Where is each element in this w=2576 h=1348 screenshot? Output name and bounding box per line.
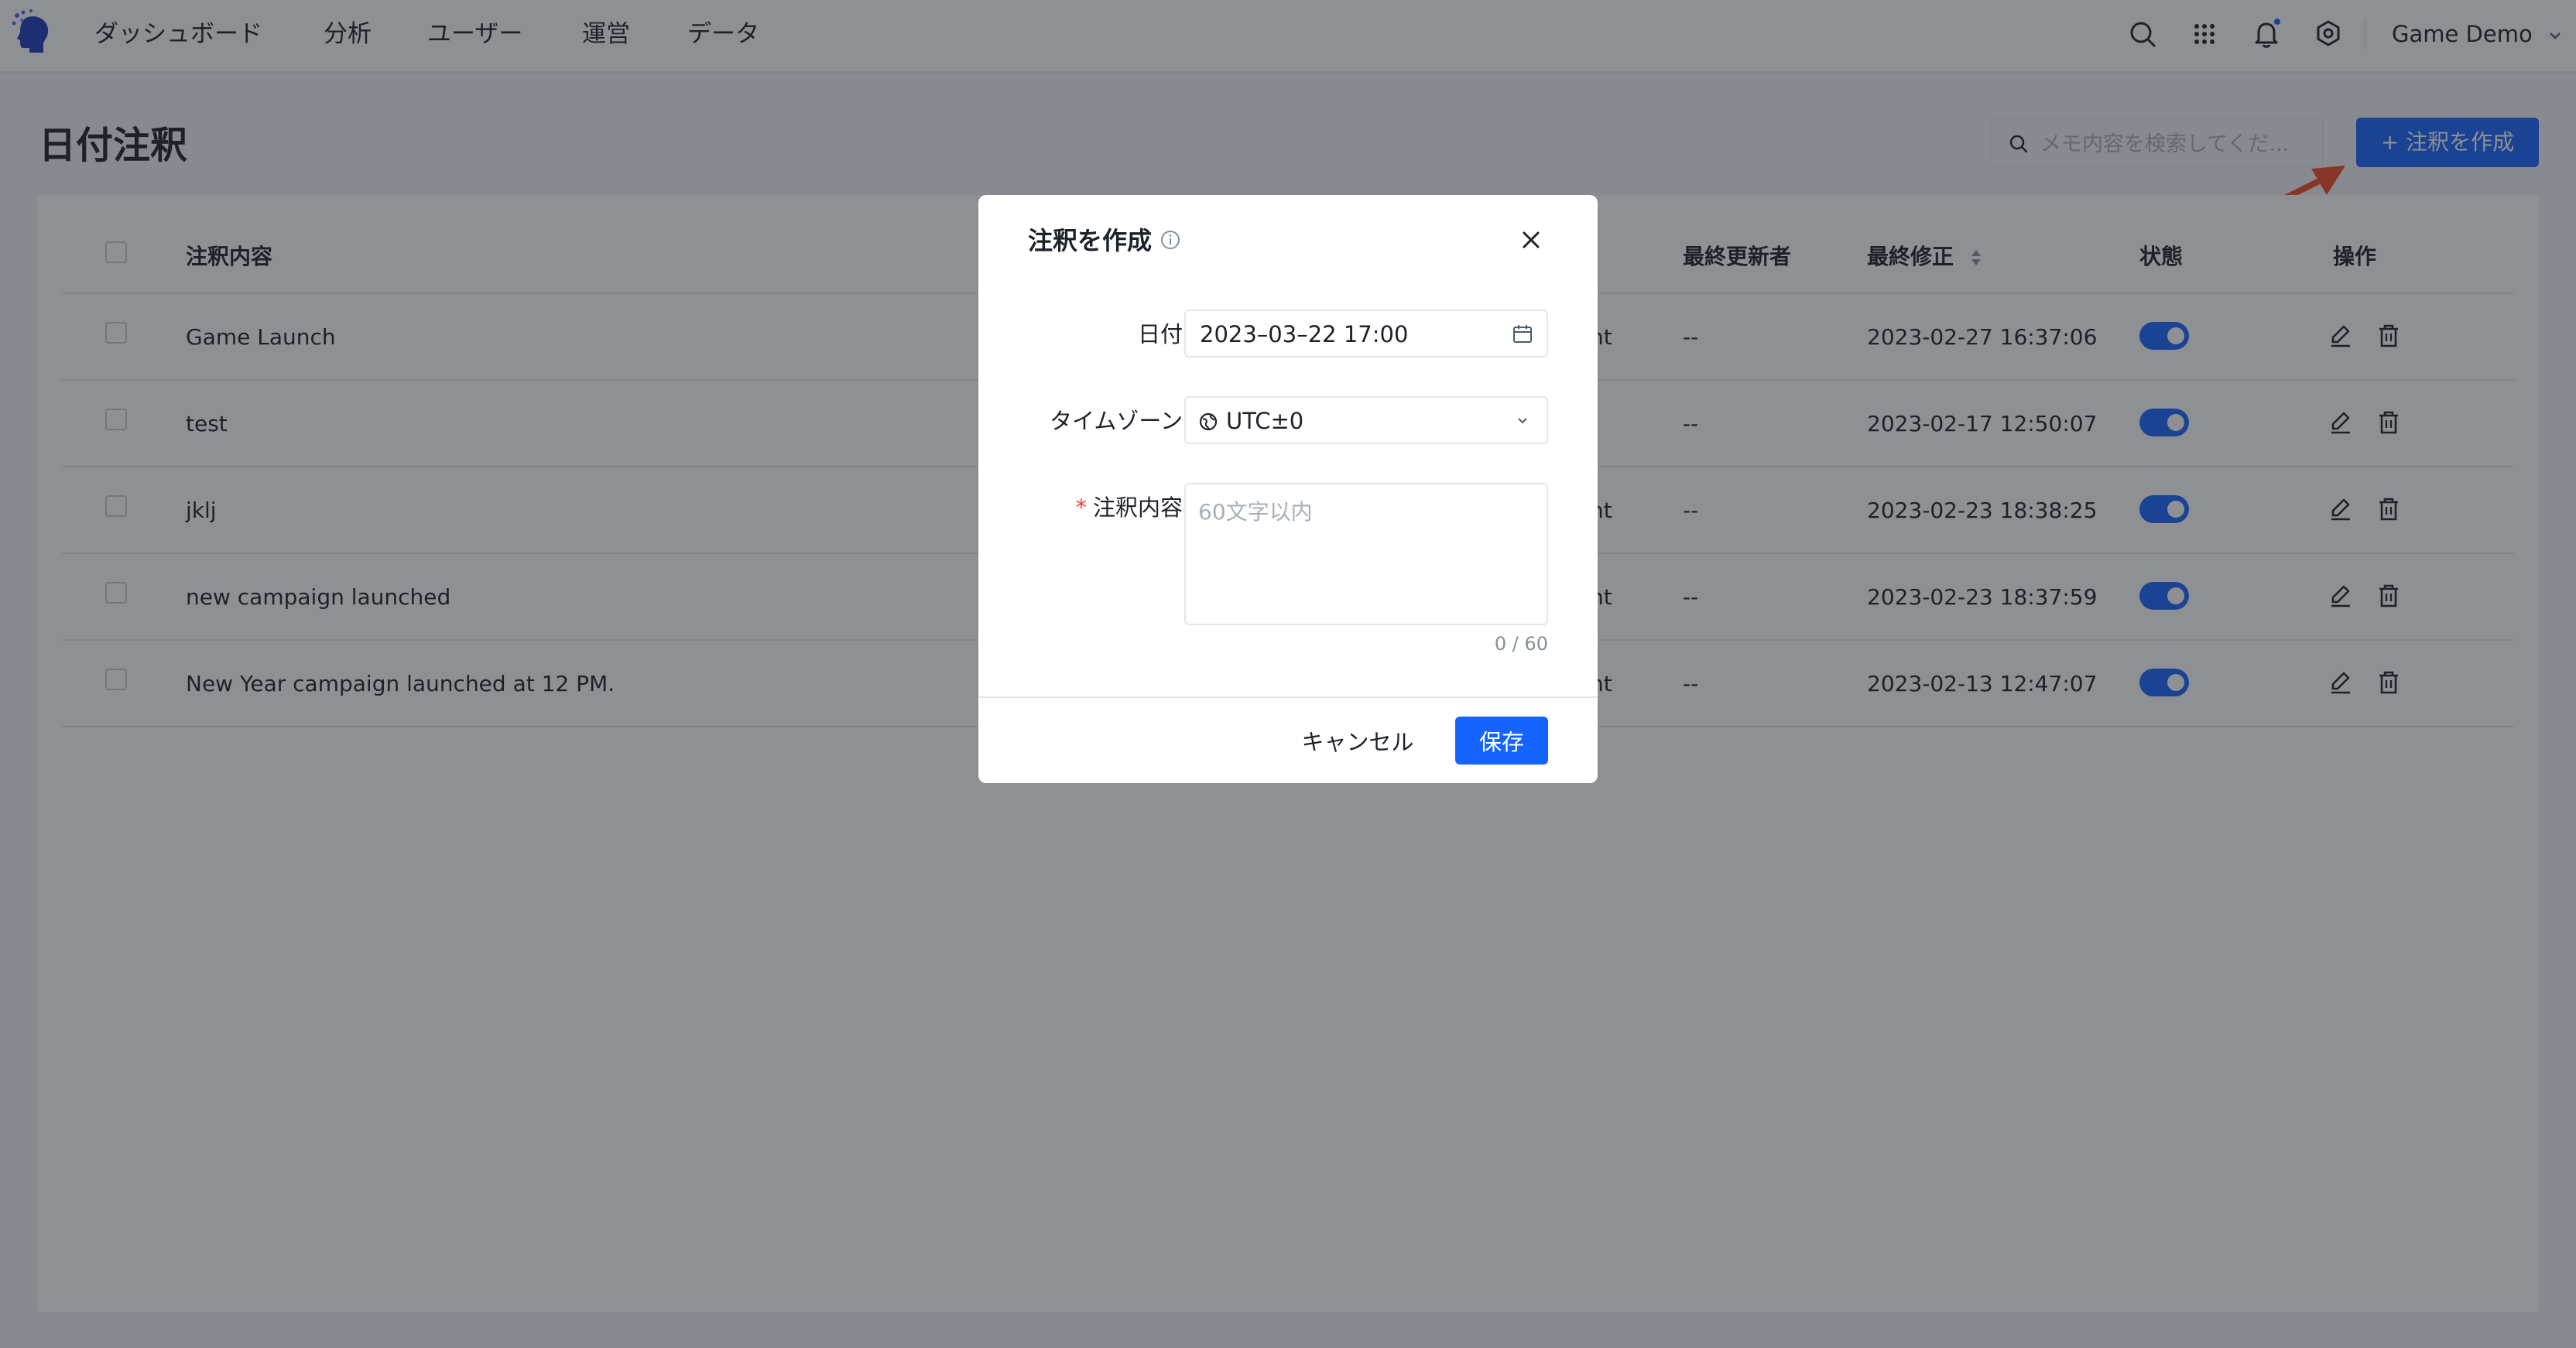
calendar-icon [1513, 325, 1532, 343]
footer-divider [978, 696, 1598, 698]
create-annotation-dialog: 注釈を作成 日付 2023–03–22 17:00 タイムゾーン UTC±0 *… [978, 195, 1598, 783]
cancel-button[interactable]: キャンセル [1296, 717, 1420, 765]
chevron-down-icon [1518, 418, 1527, 424]
globe-icon [1199, 412, 1218, 431]
info-icon[interactable] [1160, 229, 1181, 251]
close-icon[interactable] [1514, 223, 1548, 257]
date-value: 2023–03–22 17:00 [1200, 321, 1409, 347]
timezone-value: UTC±0 [1226, 408, 1304, 434]
required-asterisk: * [1075, 494, 1087, 521]
date-label: 日付 [1137, 321, 1183, 347]
content-label: * 注釈内容 [1075, 492, 1183, 523]
date-picker[interactable]: 2023–03–22 17:00 [1184, 310, 1548, 358]
content-label-text: 注釈内容 [1092, 494, 1183, 521]
timezone-select[interactable]: UTC±0 [1184, 396, 1548, 444]
save-button[interactable]: 保存 [1455, 717, 1548, 765]
dialog-title: 注釈を作成 [1028, 226, 1153, 255]
char-counter: 0 / 60 [1494, 633, 1548, 655]
content-textarea[interactable] [1184, 483, 1548, 625]
timezone-label: タイムゾーン [1050, 408, 1183, 434]
